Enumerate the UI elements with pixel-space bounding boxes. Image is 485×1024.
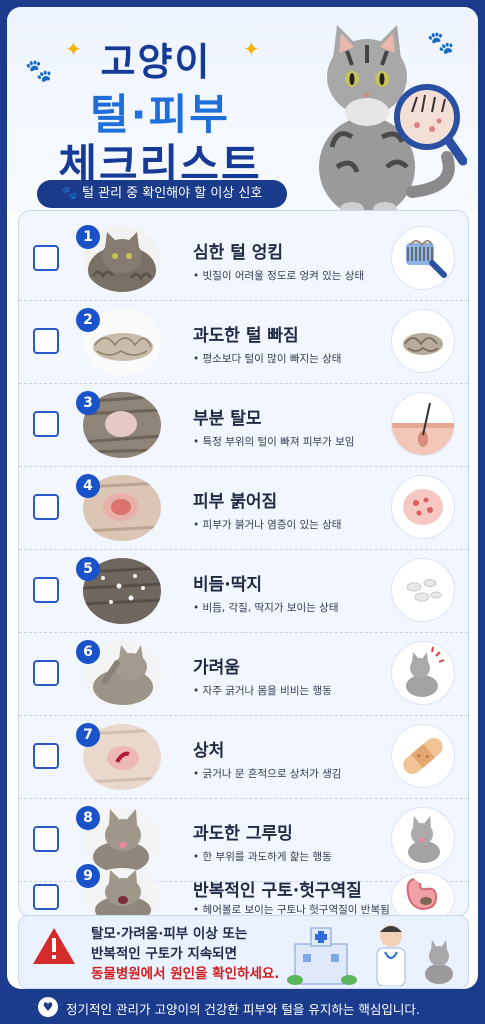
list-item: 2 과도한 털 빠짐 • 평소보다 털이 많이 빠지는 상태 — [19, 301, 468, 384]
paw-icon: 🐾 — [25, 59, 53, 84]
item-number-badge: 9 — [76, 864, 100, 888]
warning-line3: 동물병원에서 원인을 확인하세요. — [91, 966, 280, 982]
page: 🐾 🐾 ✦ ✦ 고양이 털·피부 체크리스트 🐾 털 관리 중 확인해야 할 이… — [0, 0, 485, 1024]
checkbox[interactable] — [33, 826, 59, 852]
skin-follicle-icon — [391, 392, 455, 456]
hospital-vet-cat-illustration — [287, 925, 453, 986]
scratching-cat-icon — [391, 641, 455, 705]
item-description: • 피부가 붉거나 염증이 있는 상태 — [193, 519, 342, 531]
subtitle-pill: 🐾 털 관리 중 확인해야 할 이상 신호 — [37, 180, 287, 208]
item-number-badge: 1 — [76, 225, 100, 249]
item-title: 심한 털 엉킴 — [193, 243, 284, 263]
item-title: 부분 탈모 — [193, 409, 262, 429]
item-number-badge: 8 — [76, 806, 100, 830]
item-title: 과도한 털 빠짐 — [193, 326, 299, 346]
item-description: • 빗질이 어려울 정도로 엉켜 있는 상태 — [193, 270, 365, 282]
item-title: 비듬·딱지 — [193, 575, 263, 595]
item-description: • 한 부위를 과도하게 핥는 행동 — [193, 851, 332, 863]
list-item: 1 심한 털 엉킴 • 빗질이 어려울 정도로 엉켜 있는 상태 — [19, 218, 468, 301]
list-item: 4 피부 붉어짐 • 피부가 붉거나 염증이 있는 상태 — [19, 467, 468, 550]
list-item: 5 비듬·딱지 • 비듬, 각질, 딱지가 보이는 상태 — [19, 550, 468, 633]
bandage-icon — [391, 724, 455, 788]
item-description: • 비듬, 각질, 딱지가 보이는 상태 — [193, 602, 339, 614]
checkbox[interactable] — [33, 494, 59, 520]
item-description: • 평소보다 털이 많이 빠지는 상태 — [193, 353, 342, 365]
list-item: 3 부분 탈모 • 특정 부위의 털이 빠져 피부가 보임 — [19, 384, 468, 467]
item-title: 반복적인 구토·헛구역질 — [193, 881, 362, 901]
list-item: 6 가려움 • 자주 긁거나 몸을 비비는 행동 — [19, 633, 468, 716]
redness-icon — [391, 475, 455, 539]
warning-line2: 반복적인 구토가 지속되면 — [91, 946, 238, 962]
warning-message: 탈모·가려움·피부 이상 또는 반복적인 구토가 지속되면 동물병원에서 원인을… — [91, 924, 279, 984]
list-item: 9 반복적인 구토·헛구역질 • 헤어볼로 보이는 구토나 헛구역질이 반복됨 — [19, 864, 468, 924]
item-number-badge: 5 — [76, 557, 100, 581]
item-title: 가려움 — [193, 658, 240, 678]
warning-box: 탈모·가려움·피부 이상 또는 반복적인 구토가 지속되면 동물병원에서 원인을… — [18, 915, 469, 989]
footer-bar: ♥ 정기적인 관리가 고양이의 건강한 피부와 털을 유지하는 핵심입니다. — [0, 990, 485, 1024]
item-number-badge: 3 — [76, 391, 100, 415]
flakes-icon — [391, 558, 455, 622]
checklist-card: 🐾 🐾 ✦ ✦ 고양이 털·피부 체크리스트 🐾 털 관리 중 확인해야 할 이… — [7, 7, 478, 989]
item-number-badge: 4 — [76, 474, 100, 498]
checkbox[interactable] — [33, 743, 59, 769]
item-number-badge: 2 — [76, 308, 100, 332]
list-item: 7 상처 • 긁거나 문 흔적으로 상처가 생김 — [19, 716, 468, 799]
checklist: 1 심한 털 엉킴 • 빗질이 어려울 정도로 엉켜 있는 상태 2 과도한 털… — [18, 210, 469, 924]
item-title: 피부 붉어짐 — [193, 492, 278, 512]
warning-icon — [33, 928, 75, 964]
page-title-line1: 고양이 — [100, 40, 212, 84]
heart-paw-icon: ♥ — [38, 997, 58, 1017]
item-description: • 긁거나 문 흔적으로 상처가 생김 — [193, 768, 342, 780]
checkbox[interactable] — [33, 411, 59, 437]
paw-icon: 🐾 — [61, 186, 83, 201]
brush-icon — [391, 226, 455, 290]
hero-header: 🐾 🐾 ✦ ✦ 고양이 털·피부 체크리스트 🐾 털 관리 중 확인해야 할 이… — [7, 7, 478, 217]
tabby-cat-with-magnifier-illustration — [319, 25, 467, 217]
item-title: 상처 — [193, 741, 225, 761]
checkbox[interactable] — [33, 884, 59, 910]
item-number-badge: 6 — [76, 640, 100, 664]
sparkle-icon: ✦ — [243, 37, 260, 61]
item-description: • 특정 부위의 털이 빠져 피부가 보임 — [193, 436, 355, 448]
item-title: 과도한 그루밍 — [193, 824, 293, 844]
licking-cat-icon — [391, 807, 455, 871]
checkbox[interactable] — [33, 328, 59, 354]
checkbox[interactable] — [33, 660, 59, 686]
item-description: • 자주 긁거나 몸을 비비는 행동 — [193, 685, 332, 697]
warning-line1: 탈모·가려움·피부 이상 또는 — [91, 926, 248, 942]
checkbox[interactable] — [33, 577, 59, 603]
checkbox[interactable] — [33, 245, 59, 271]
footer-text: 정기적인 관리가 고양이의 건강한 피부와 털을 유지하는 핵심입니다. — [66, 1002, 420, 1017]
subtitle: 털 관리 중 확인해야 할 이상 신호 — [82, 186, 263, 201]
item-number-badge: 7 — [76, 723, 100, 747]
hair-clump-icon — [391, 309, 455, 373]
